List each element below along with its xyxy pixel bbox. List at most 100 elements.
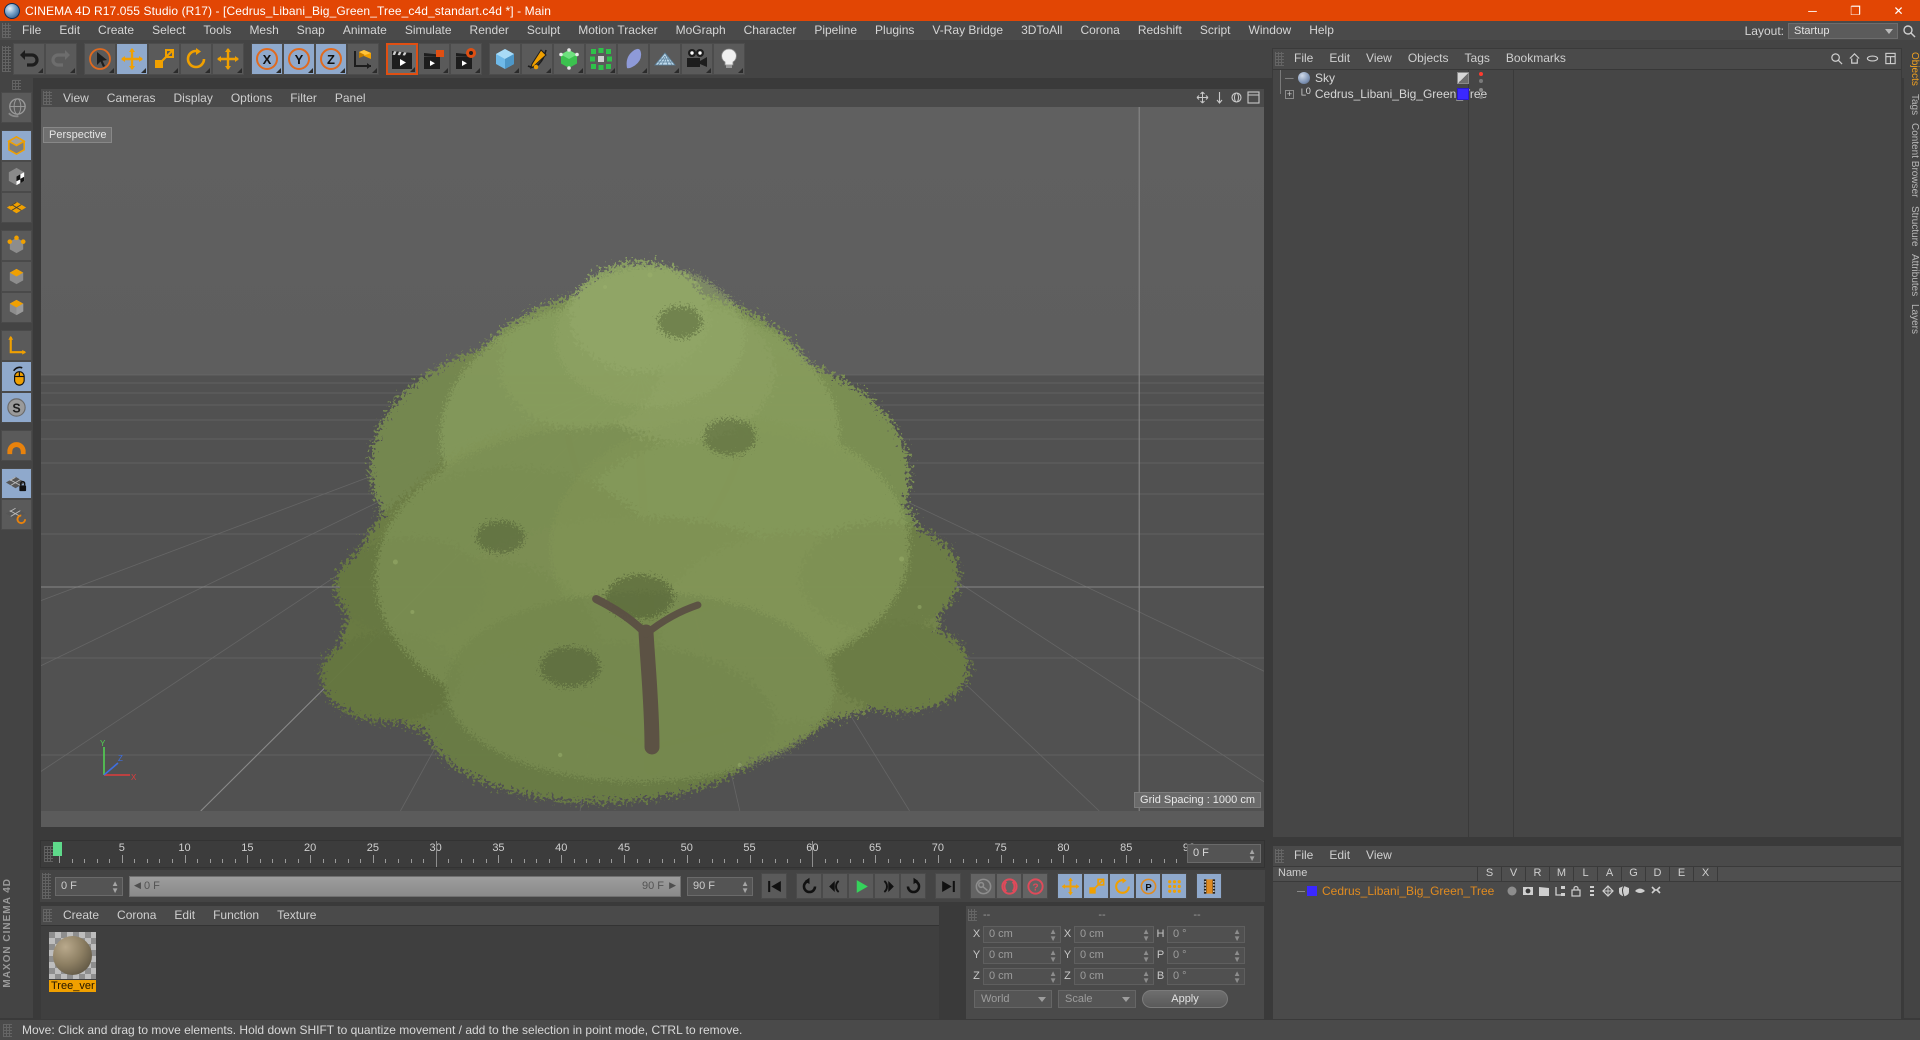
column-header-s[interactable]: S (1478, 866, 1502, 882)
nurbs-button[interactable] (553, 43, 585, 75)
snap-settings-button[interactable]: S (1, 392, 32, 423)
home-icon[interactable] (1848, 52, 1861, 65)
go-to-end-button[interactable] (935, 873, 961, 899)
menu-item-plugins[interactable]: Plugins (866, 21, 923, 40)
transform-mode-dropdown[interactable]: Scale (1058, 990, 1136, 1008)
range-right-arrow-icon[interactable]: ▶ (669, 880, 676, 891)
scale-tool[interactable] (148, 43, 180, 75)
table-row[interactable]: Cedrus_Libani_Big_Green_Tree (1273, 883, 1901, 899)
object-menu-edit[interactable]: Edit (1321, 49, 1358, 68)
position-x-input[interactable]: 0 cm ▲ ▼ (983, 925, 1061, 943)
lock-x-axis-button[interactable]: X (251, 43, 283, 75)
menu-item-pipeline[interactable]: Pipeline (805, 21, 866, 40)
object-menu-tags[interactable]: Tags (1457, 49, 1498, 68)
material-menu-corona[interactable]: Corona (108, 906, 165, 924)
spinner-icon[interactable]: ▲ ▼ (1049, 927, 1057, 942)
add-spline-button[interactable] (521, 43, 553, 75)
attribute-row-name[interactable]: Cedrus_Libani_Big_Green_Tree (1322, 884, 1494, 898)
render-to-picture-viewer-button[interactable] (418, 43, 450, 75)
menu-item-corona[interactable]: Corona (1071, 21, 1128, 40)
end-frame-input[interactable]: 90 F ▲ ▼ (687, 876, 753, 896)
left-toolbar-grip[interactable] (12, 80, 21, 90)
column-header-r[interactable]: R (1526, 866, 1550, 882)
attribute-menu-edit[interactable]: Edit (1321, 846, 1358, 865)
spinner-icon[interactable]: ▲ ▼ (741, 879, 749, 894)
object-menu-file[interactable]: File (1286, 49, 1321, 68)
parameter-key-button[interactable]: P (1135, 873, 1161, 899)
material-thumbnail[interactable] (49, 932, 96, 979)
record-active-objects-button[interactable] (970, 873, 996, 899)
size-x-input[interactable]: 0 cm ▲ ▼ (1074, 925, 1154, 943)
menu-item-script[interactable]: Script (1191, 21, 1240, 40)
dock-tab-objects[interactable]: Objects (1904, 48, 1920, 90)
column-header-v[interactable]: V (1502, 866, 1526, 882)
enable-axis-button[interactable] (1, 361, 32, 392)
layout-dropdown[interactable]: Startup (1788, 22, 1898, 39)
coordinates-grip[interactable] (968, 908, 977, 921)
attribute-manager-grip[interactable] (1275, 848, 1284, 863)
rotate-tool[interactable] (180, 43, 212, 75)
timeline-frame-field[interactable]: 0 F ▲ ▼ (1187, 844, 1261, 863)
list-icon[interactable] (1586, 885, 1598, 897)
spinner-icon[interactable]: ▲ ▼ (1142, 969, 1150, 984)
timeline-ticks[interactable]: 051015202530354045505560657075808590 (53, 841, 1195, 867)
column-header-x[interactable]: X (1694, 866, 1718, 882)
layout-icon[interactable] (1884, 52, 1897, 65)
previous-frame-button[interactable] (822, 873, 848, 899)
menu-item-motion-tracker[interactable]: Motion Tracker (569, 21, 666, 40)
clapper-icon[interactable] (1538, 885, 1550, 897)
rotation-key-button[interactable] (1109, 873, 1135, 899)
timeline-toggle-button[interactable] (1196, 873, 1222, 899)
dock-tab-tags[interactable]: Tags (1904, 90, 1920, 119)
undo-button[interactable] (13, 43, 45, 75)
spinner-icon[interactable]: ▲ ▼ (1049, 969, 1057, 984)
status-grip[interactable] (3, 1023, 12, 1037)
position-y-input[interactable]: 0 cm ▲ ▼ (983, 946, 1061, 964)
menu-item-mesh[interactable]: Mesh (240, 21, 287, 40)
autokeying-button[interactable] (996, 873, 1022, 899)
zoom-view-icon[interactable] (1213, 91, 1226, 104)
minimize-button[interactable]: ─ (1791, 0, 1834, 21)
rotation-b-input[interactable]: 0 ° ▲ ▼ (1167, 967, 1245, 985)
spinner-icon[interactable]: ▲ ▼ (1233, 927, 1241, 942)
render-view-button[interactable] (386, 43, 418, 75)
viewport-menu-panel[interactable]: Panel (326, 89, 375, 107)
move-tool[interactable] (116, 43, 148, 75)
viewport-menu-view[interactable]: View (54, 89, 98, 107)
menu-item-render[interactable]: Render (461, 21, 518, 40)
point-level-animation-button[interactable] (1161, 873, 1187, 899)
move-duplicate-tool[interactable] (212, 43, 244, 75)
lock-y-axis-button[interactable]: Y (283, 43, 315, 75)
bone-icon[interactable] (1650, 885, 1662, 897)
object-row[interactable]: + └0 Cedrus_Libani_Big_Green_Tree (1273, 86, 1901, 102)
timeline-ruler[interactable]: 051015202530354045505560657075808590 0 F… (40, 840, 1265, 868)
lock-icon[interactable] (1570, 885, 1582, 897)
column-header-g[interactable]: G (1622, 866, 1646, 882)
phong-icon[interactable] (1602, 885, 1615, 897)
next-frame-button[interactable] (874, 873, 900, 899)
range-left-arrow-icon[interactable]: ◀ (134, 880, 141, 891)
timeline-grip[interactable] (44, 846, 53, 862)
object-row[interactable]: ─ Sky (1273, 70, 1901, 86)
scale-key-button[interactable] (1083, 873, 1109, 899)
deformer-button[interactable] (617, 43, 649, 75)
sky-tag-icon[interactable] (1457, 72, 1469, 84)
attribute-menu-file[interactable]: File (1286, 846, 1321, 865)
rotate-view-icon[interactable] (1230, 91, 1243, 104)
spinner-icon[interactable]: ▲ ▼ (111, 879, 119, 894)
menu-item-mograph[interactable]: MoGraph (667, 21, 735, 40)
tag-dot-icon-2[interactable] (1479, 79, 1483, 83)
search-icon[interactable] (1830, 52, 1843, 65)
menu-item-sculpt[interactable]: Sculpt (518, 21, 569, 40)
position-z-input[interactable]: 0 cm ▲ ▼ (983, 967, 1061, 985)
menu-item-3dtoall[interactable]: 3DToAll (1012, 21, 1071, 40)
attribute-menu-view[interactable]: View (1358, 846, 1400, 865)
dock-tab-attributes[interactable]: Attributes (1904, 250, 1920, 300)
menu-item-window[interactable]: Window (1240, 21, 1301, 40)
menu-item-animate[interactable]: Animate (334, 21, 396, 40)
menu-item-file[interactable]: File (13, 21, 50, 40)
viewport-menu-display[interactable]: Display (164, 89, 221, 107)
workplane-button[interactable] (1, 499, 32, 530)
shield-icon[interactable] (1618, 885, 1630, 897)
viewport-solo-button[interactable] (1, 192, 32, 223)
